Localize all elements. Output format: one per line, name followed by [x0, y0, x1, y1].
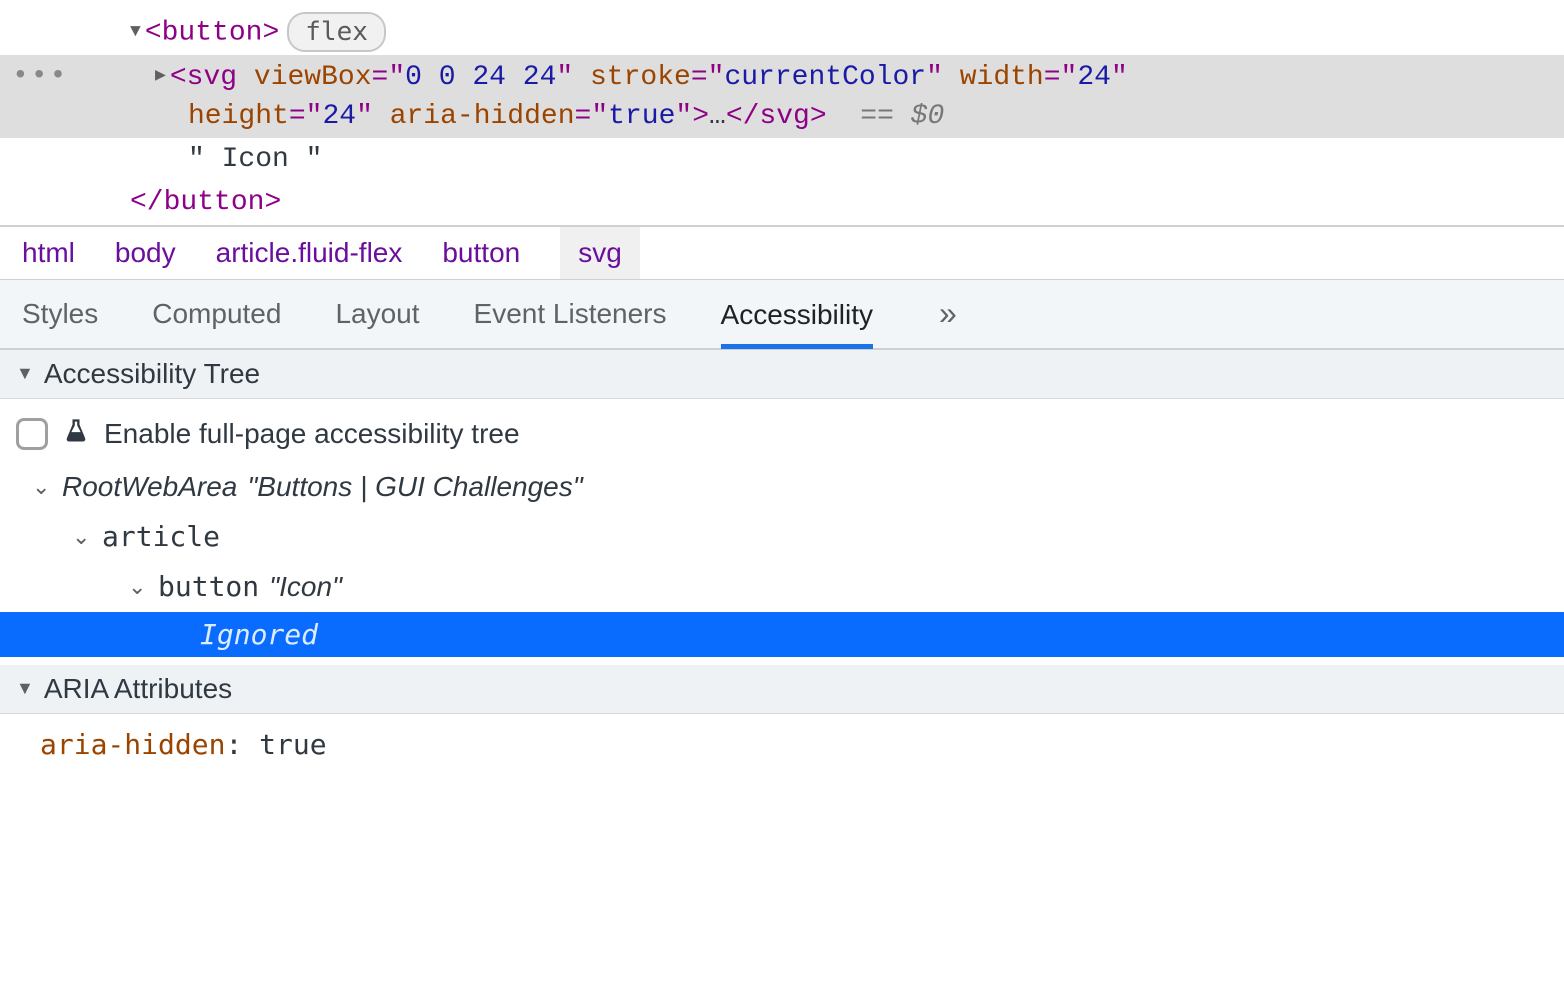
section-header-acc-tree[interactable]: ▼ Accessibility Tree: [0, 350, 1564, 399]
breadcrumb-body[interactable]: body: [115, 237, 176, 269]
chevron-down-icon: ⌄: [72, 520, 92, 553]
breadcrumb: html body article.fluid-flex button svg: [0, 225, 1564, 280]
dom-tree-panel: <button>flex •••<svg viewBox="0 0 24 24"…: [0, 0, 1564, 225]
tab-event-listeners[interactable]: Event Listeners: [474, 280, 667, 348]
dom-line-text[interactable]: " Icon ": [0, 138, 1564, 181]
acc-node-root[interactable]: ⌄ RootWebArea "Buttons | GUI Challenges": [0, 462, 1564, 512]
breadcrumb-svg[interactable]: svg: [560, 227, 640, 279]
enable-full-page-checkbox[interactable]: [16, 418, 48, 450]
breadcrumb-button[interactable]: button: [442, 237, 520, 269]
aria-attr-value: true: [259, 728, 326, 761]
acc-node-article[interactable]: ⌄ article: [0, 512, 1564, 562]
breadcrumb-html[interactable]: html: [22, 237, 75, 269]
tab-layout[interactable]: Layout: [335, 280, 419, 348]
tab-styles[interactable]: Styles: [22, 280, 98, 348]
aria-attr-name: aria-hidden: [40, 728, 225, 761]
enable-full-page-label: Enable full-page accessibility tree: [104, 418, 520, 450]
dom-line-svg[interactable]: •••<svg viewBox="0 0 24 24" stroke="curr…: [0, 55, 1564, 138]
chevron-down-icon: ⌄: [128, 570, 148, 603]
breadcrumb-article[interactable]: article.fluid-flex: [216, 237, 403, 269]
chevron-right-icon[interactable]: [155, 64, 166, 89]
aria-attributes-body: aria-hidden: true: [0, 714, 1564, 775]
acc-node-button[interactable]: ⌄ button "Icon": [0, 562, 1564, 612]
gutter-menu-icon[interactable]: •••: [0, 57, 60, 96]
tab-overflow-icon[interactable]: »: [939, 295, 957, 332]
section-title: ARIA Attributes: [44, 673, 232, 705]
acc-node-ignored[interactable]: Ignored: [0, 612, 1564, 657]
tab-accessibility[interactable]: Accessibility: [721, 281, 873, 349]
flex-badge[interactable]: flex: [287, 12, 386, 52]
dom-line-button-close[interactable]: </button>: [0, 181, 1564, 224]
acc-enable-row: Enable full-page accessibility tree: [0, 407, 1564, 462]
chevron-down-icon: ▼: [16, 678, 34, 699]
dom-line-button-open[interactable]: <button>flex: [0, 10, 1564, 55]
tab-computed[interactable]: Computed: [152, 280, 281, 348]
chevron-down-icon: ▼: [16, 363, 34, 384]
section-header-aria[interactable]: ▼ ARIA Attributes: [0, 665, 1564, 714]
chevron-down-icon: ⌄: [32, 470, 52, 503]
sidebar-tabstrip: Styles Computed Layout Event Listeners A…: [0, 280, 1564, 350]
section-title: Accessibility Tree: [44, 358, 260, 390]
flask-icon: [62, 417, 90, 452]
chevron-down-icon[interactable]: [130, 20, 141, 45]
